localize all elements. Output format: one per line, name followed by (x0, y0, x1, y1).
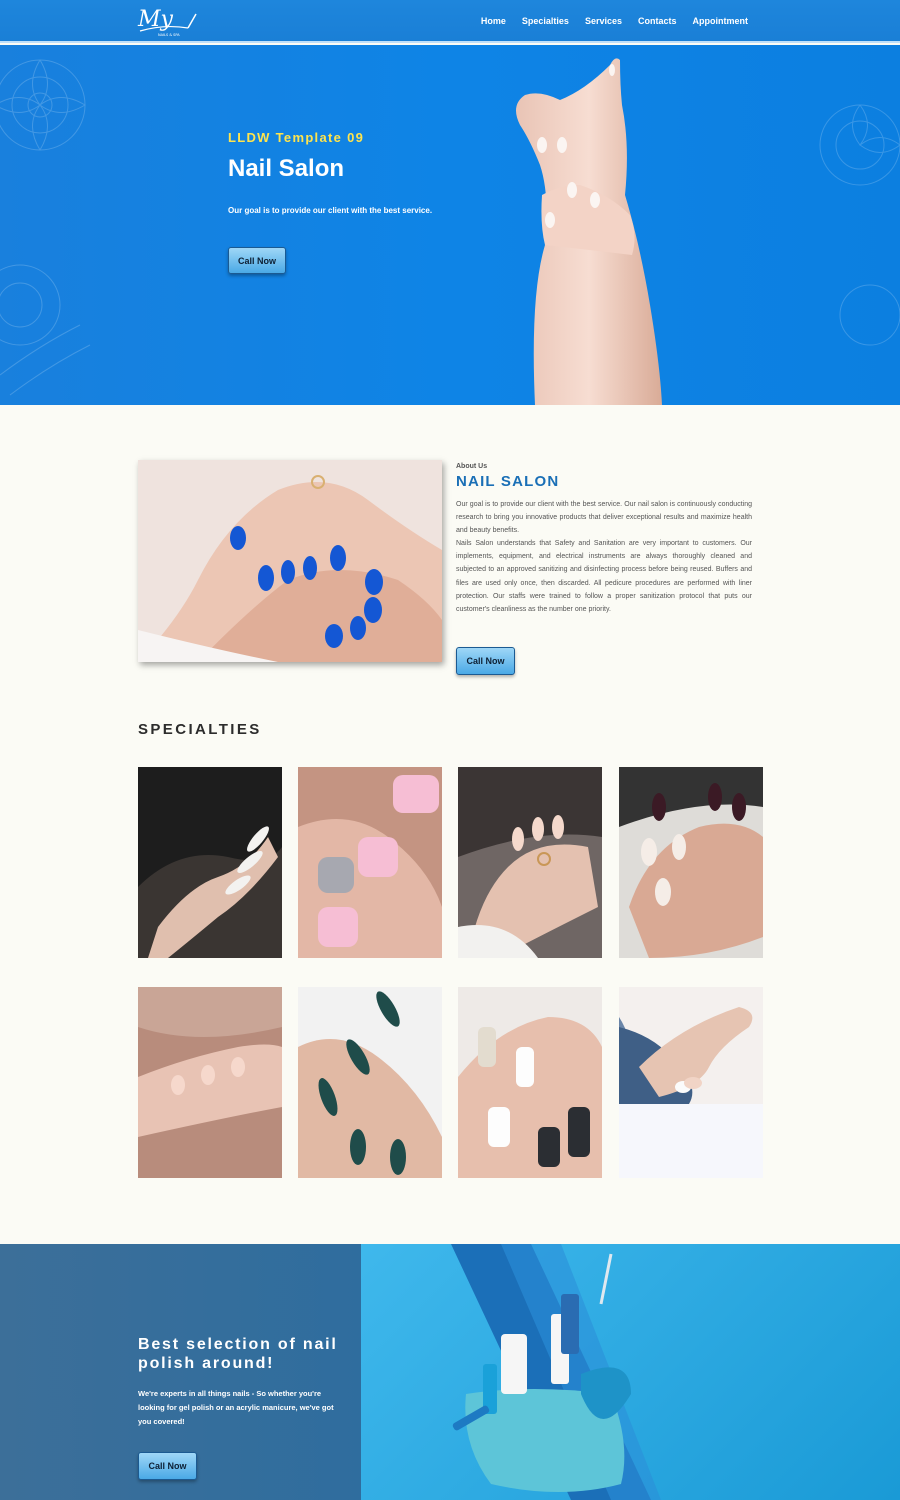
hero-call-now-button[interactable]: Call Now (228, 247, 286, 274)
nav-home-link[interactable]: Home (481, 16, 506, 26)
hero-subtitle: LLDW Template 09 (228, 130, 365, 145)
salon-logo[interactable]: My NAILS & SPA (136, 4, 198, 38)
specialty-image-nude-art[interactable] (138, 987, 282, 1178)
about-paragraph-2: Nails Salon understands that Safety and … (456, 540, 752, 613)
about-call-now-button[interactable]: Call Now (456, 647, 515, 675)
nail-polish-products-image (361, 1244, 900, 1500)
specialty-image-white-stiletto[interactable] (138, 767, 282, 958)
about-paragraph-1: Our goal is to provide our client with t… (456, 501, 752, 535)
nav-contacts-link[interactable]: Contacts (638, 16, 677, 26)
banner-description: We're experts in all things nails - So w… (138, 1389, 334, 1426)
about-description: Our goal is to provide our client with t… (456, 498, 752, 616)
specialties-heading: SPECIALTIES (138, 721, 262, 738)
hero-section: LLDW Template 09 Nail Salon Our goal is … (0, 45, 900, 405)
specialty-image-denim-nude[interactable] (619, 987, 763, 1178)
hero-title: Nail Salon (228, 155, 345, 182)
banner-call-now-button[interactable]: Call Now (138, 1452, 197, 1480)
hero-hands-image (516, 58, 662, 405)
specialty-image-glitter-coffin[interactable] (458, 987, 602, 1178)
nav-menu: Home Specialties Services Contacts Appoi… (481, 16, 748, 26)
svg-text:NAILS & SPA: NAILS & SPA (158, 33, 180, 37)
nav-specialties-link[interactable]: Specialties (522, 16, 569, 26)
about-label: About Us (456, 463, 488, 470)
specialty-image-dark-floral[interactable] (619, 767, 763, 958)
about-title: NAIL SALON (456, 473, 560, 490)
nav-appointment-link[interactable]: Appointment (693, 16, 749, 26)
top-navbar: My NAILS & SPA Home Specialties Services… (0, 0, 900, 43)
hero-tagline: Our goal is to provide our client with t… (228, 206, 433, 215)
specialty-image-pink-square[interactable] (298, 767, 442, 958)
nav-services-link[interactable]: Services (585, 16, 622, 26)
about-nails-image (138, 460, 442, 662)
specialty-image-nude-rings[interactable] (458, 767, 602, 958)
banner-title: Best selection of nail polish around! (138, 1336, 338, 1372)
specialty-image-teal-chrome[interactable] (298, 987, 442, 1178)
floral-background-pattern (0, 59, 900, 396)
